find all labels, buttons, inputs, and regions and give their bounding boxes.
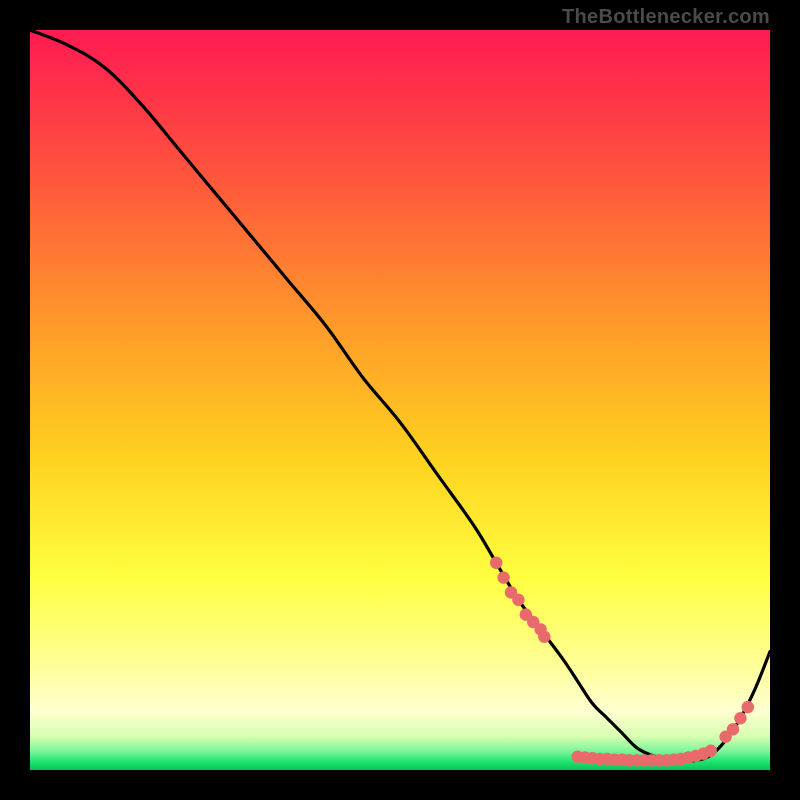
plot-area	[30, 30, 770, 770]
chart-stage: TheBottlenecker.com	[0, 0, 800, 800]
data-point	[538, 631, 550, 643]
data-point	[727, 723, 739, 735]
data-point	[705, 745, 717, 757]
data-point	[512, 594, 524, 606]
data-point	[490, 557, 502, 569]
data-point	[742, 701, 754, 713]
attribution-text: TheBottlenecker.com	[562, 6, 770, 29]
curve-layer	[30, 30, 770, 770]
bottleneck-curve	[30, 30, 770, 761]
data-point	[497, 571, 509, 583]
data-point	[734, 712, 746, 724]
